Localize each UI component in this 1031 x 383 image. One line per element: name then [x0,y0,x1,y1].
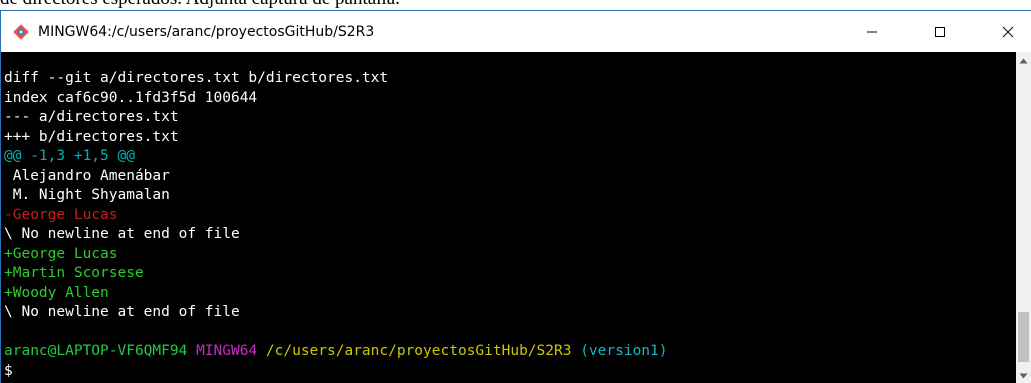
prompt-branch: (version1) [580,343,668,359]
document-caption: de directores esperados. Adjunta captura… [0,0,1031,10]
scroll-down-button[interactable] [1016,367,1031,383]
window-controls [827,11,1031,52]
no-newline-line: \ No newline at end of file [4,226,240,242]
scroll-up-button[interactable] [1016,52,1031,69]
added-line: +Martin Scorsese [4,265,144,281]
hunk-header-line: @@ -1,3 +1,5 @@ [4,148,135,164]
diff-header-line: diff --git a/directores.txt b/directores… [4,70,389,86]
context-line: M. Night Shyamalan [4,187,170,203]
prompt-symbol: $ [4,362,13,379]
scroll-down-icon [1019,373,1028,378]
old-file-line: --- a/directores.txt [4,109,179,125]
input-line[interactable]: $ [4,362,1017,382]
no-newline-line: \ No newline at end of file [4,304,240,320]
title-bar[interactable]: MINGW64:/c/users/aranc/proyectosGitHub/S… [1,11,1031,52]
prompt-path: /c/users/aranc/proyectosGitHub/S2R3 [265,343,572,359]
new-file-line: +++ b/directores.txt [4,128,179,145]
index-line: index caf6c90..1fd3f5d 100644 [4,89,258,106]
prompt-line: aranc@LAPTOP-VF6QMF94 MINGW64 /c/users/a… [4,342,1017,362]
prompt-shell: MINGW64 [196,343,258,359]
context-line: Alejandro Amenábar [4,167,170,184]
scroll-thumb[interactable] [1018,312,1029,362]
scroll-up-icon [1019,58,1028,63]
close-icon [1002,26,1014,37]
git-bash-icon [12,23,30,41]
prompt-user-host: aranc@LAPTOP-VF6QMF94 [4,343,188,359]
minimize-button[interactable] [849,11,895,52]
added-line: +George Lucas [4,245,118,262]
added-line: +Woody Allen [4,284,109,301]
removed-line: -George Lucas [4,206,118,223]
vertical-scrollbar[interactable] [1016,52,1031,383]
terminal-output[interactable]: diff --git a/directores.txt b/directores… [1,52,1017,383]
window-title: MINGW64:/c/users/aranc/proyectosGitHub/S… [38,23,375,40]
maximize-button[interactable] [917,11,963,52]
close-button[interactable] [985,11,1031,52]
maximize-icon [935,26,945,37]
minimize-icon [867,31,877,32]
terminal-window: MINGW64:/c/users/aranc/proyectosGitHub/S… [0,10,1031,383]
